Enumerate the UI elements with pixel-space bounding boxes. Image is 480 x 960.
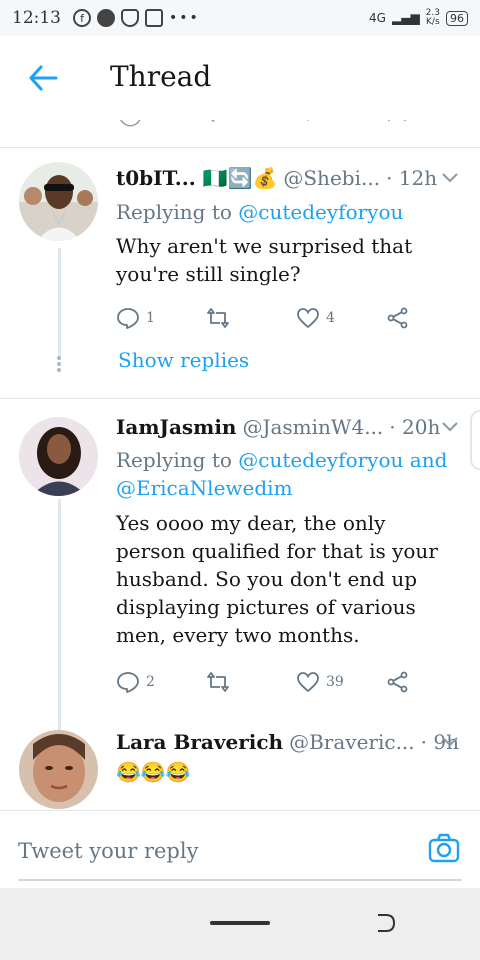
reply-button[interactable]: 1 (116, 305, 206, 331)
back-arrow-icon[interactable] (28, 64, 58, 92)
home-gesture-pill[interactable] (210, 921, 270, 925)
signal-icon: ▂▄▆ (391, 11, 420, 25)
thread-feed[interactable]: ◯ ⇄ ♡ ⋈ t0bIT... 🇳🇬🔄💰 @Shebi... · 12h (0, 120, 480, 810)
reply-button[interactable]: 2 (116, 669, 206, 695)
reply-composer[interactable]: Tweet your reply (0, 810, 480, 888)
author-name[interactable]: Lara Braverich (116, 730, 283, 754)
tweet-header: Lara Braverich @Braveric... · 9h (116, 730, 459, 754)
mention-link[interactable]: @cutedeyforyou (238, 448, 403, 472)
reply-count: 2 (146, 674, 155, 690)
tweet-item[interactable]: t0bIT... 🇳🇬🔄💰 @Shebi... · 12h Replying t… (0, 148, 480, 398)
replying-prefix: Replying to (116, 200, 232, 224)
more-dots-icon: ••• (169, 10, 200, 26)
speed-unit: K/s (426, 17, 440, 27)
share-button[interactable] (386, 305, 410, 331)
tweet-actions: 2 39 (116, 669, 416, 695)
battery-indicator: 96 (446, 10, 468, 26)
replying-to: Replying to @cutedeyforyou (116, 198, 461, 226)
mention-link[interactable]: @cutedeyforyou (238, 200, 403, 224)
mention-link[interactable]: @EricaNlewedim (116, 476, 293, 500)
like-count: 4 (326, 310, 335, 326)
heart-icon (297, 308, 319, 329)
system-nav-bar (0, 888, 480, 960)
avatar[interactable] (19, 162, 98, 241)
reply-icon (117, 308, 139, 329)
retweet-icon (207, 308, 229, 328)
author-name[interactable]: IamJasmin (116, 415, 236, 439)
replying-and: and (409, 448, 448, 472)
facebook-icon: f (73, 9, 91, 27)
share-icon[interactable]: ⋈ (386, 120, 408, 127)
share-icon (387, 671, 408, 693)
thread-dots (57, 354, 62, 374)
scroll-indicator[interactable] (470, 410, 480, 470)
reply-count: 1 (146, 310, 155, 326)
status-time: 12:13 (12, 8, 61, 28)
thread-line (58, 248, 61, 360)
status-bar: 12:13 f ••• 4G ▂▄▆ 2.3 K/s 96 (0, 0, 480, 36)
tweet-item[interactable]: Lara Braverich @Braveric... · 9h 😂😂😂 (0, 720, 480, 810)
retweet-button[interactable] (206, 669, 296, 695)
like-icon[interactable]: ♡ (298, 120, 318, 127)
like-button[interactable]: 39 (296, 669, 386, 695)
author-handle[interactable]: @Shebi... (283, 166, 380, 190)
camera-icon[interactable] (428, 833, 460, 863)
author-name[interactable]: t0bIT... 🇳🇬🔄💰 (116, 166, 277, 190)
chevron-down-icon[interactable] (442, 173, 458, 183)
thread-line (58, 499, 61, 731)
input-underline (18, 879, 462, 881)
retweet-button[interactable] (206, 305, 296, 331)
previous-tweet-actions: ◯ ⇄ ♡ ⋈ (0, 120, 480, 130)
share-icon (387, 307, 408, 329)
tweet-time: · 12h (386, 166, 438, 190)
network-type: 4G (369, 11, 386, 25)
back-gesture-icon[interactable] (374, 912, 398, 934)
page-title: Thread (110, 60, 212, 93)
chevron-down-icon[interactable] (442, 422, 458, 432)
chevron-down-icon[interactable] (442, 737, 458, 747)
shield-icon (121, 9, 139, 27)
tweet-time: · 20h (389, 415, 441, 439)
replying-prefix: Replying to (116, 448, 232, 472)
retweet-icon (207, 672, 229, 692)
like-button[interactable]: 4 (296, 305, 386, 331)
tweet-text: Why aren't we surprised that you're stil… (116, 234, 413, 286)
like-count: 39 (326, 674, 344, 690)
avatar[interactable] (19, 417, 98, 496)
retweet-icon[interactable]: ⇄ (208, 120, 226, 127)
author-handle[interactable]: @JasminW4... (242, 415, 383, 439)
reply-icon[interactable]: ◯ (118, 120, 143, 127)
circle-icon (97, 9, 115, 27)
author-handle[interactable]: @Braveric... (289, 730, 415, 754)
tweet-actions: 1 4 (116, 305, 416, 331)
heart-icon (297, 672, 319, 693)
app-bar: Thread (0, 36, 480, 120)
avatar[interactable] (19, 730, 98, 809)
replying-to: Replying to @cutedeyforyou and @EricaNle… (116, 446, 461, 502)
tweet-header: IamJasmin @JasminW4... · 20h (116, 415, 440, 439)
tweet-header: t0bIT... 🇳🇬🔄💰 @Shebi... · 12h (116, 166, 437, 190)
network-speed: 2.3 K/s (426, 9, 440, 27)
show-replies-link[interactable]: Show replies (118, 348, 249, 372)
tweet-text: 😂😂😂 (116, 760, 191, 784)
tweet-text: Yes oooo my dear, the only person qualif… (116, 511, 438, 647)
reply-icon (117, 672, 139, 693)
share-button[interactable] (386, 669, 410, 695)
notification-box-icon (145, 9, 163, 27)
tweet-item[interactable]: IamJasmin @JasminW4... · 20h Replying to… (0, 399, 480, 731)
reply-input[interactable]: Tweet your reply (18, 839, 198, 863)
